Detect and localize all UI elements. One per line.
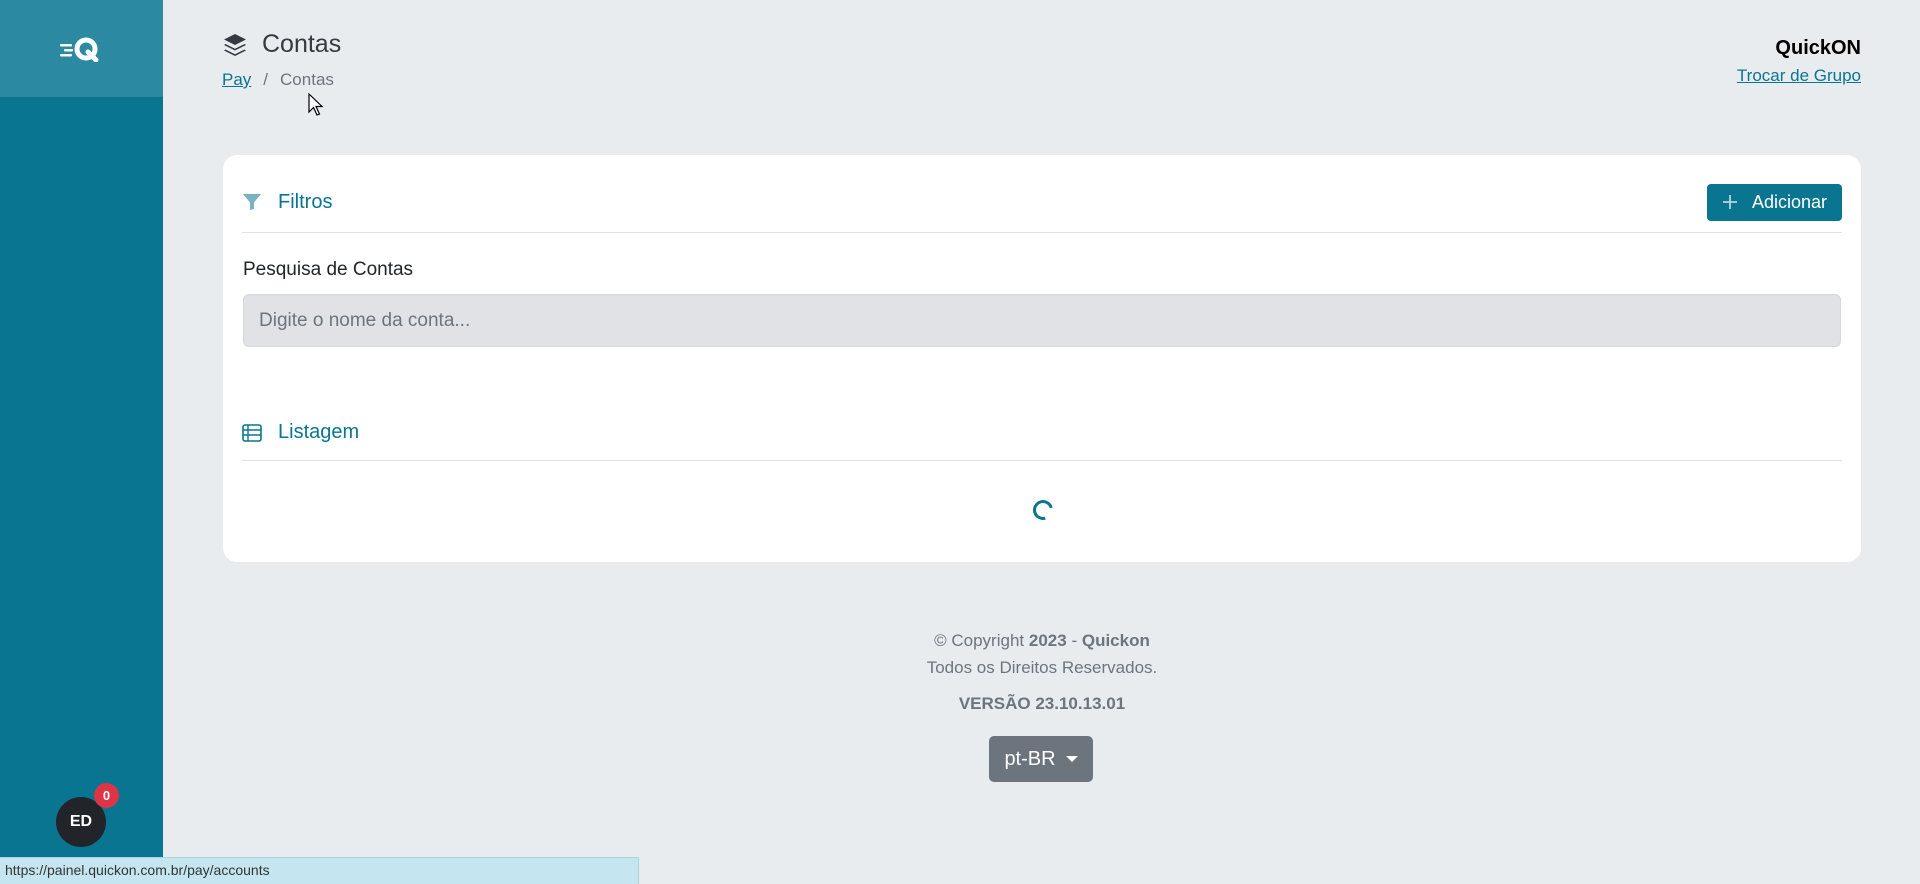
search-label: Pesquisa de Contas (243, 259, 414, 280)
loading-spinner (1029, 496, 1057, 524)
page-header: Contas (222, 30, 341, 59)
page-title: Contas (262, 30, 342, 58)
filters-title: Filtros (278, 190, 333, 213)
language-select-button[interactable]: pt-BR (989, 736, 1093, 782)
table-list-icon (242, 423, 262, 442)
add-button-label: Adicionar (1751, 191, 1827, 212)
listing-title: Listagem (278, 421, 360, 443)
sidebar (0, 0, 163, 884)
filters-header: Filtros Adicionar (242, 174, 1842, 233)
breadcrumb-current: Contas (280, 70, 334, 89)
footer-rights: Todos os Direitos Reservados. (926, 658, 1158, 677)
notification-badge: 0 (94, 783, 119, 808)
sidebar-logo[interactable] (0, 0, 163, 97)
org-name: QuickON (1775, 37, 1861, 59)
copyright-year: 2023 (1028, 631, 1067, 650)
language-label: pt-BR (1004, 747, 1056, 770)
copyright-brand: Quickon (1081, 631, 1150, 650)
caret-down-icon (1065, 756, 1078, 762)
filter-icon (243, 194, 261, 210)
account-search-input[interactable] (243, 294, 1841, 347)
accounts-card: Filtros Adicionar Pesquisa de Contas Lis… (223, 155, 1861, 562)
browser-status-url: https://painel.quickon.com.br/pay/accoun… (0, 857, 639, 884)
footer-copyright: © Copyright 2023 - Quickon (223, 631, 1861, 651)
switch-group-link[interactable]: Trocar de Grupo (1737, 66, 1861, 86)
footer-version: VERSÃO 23.10.13.01 (958, 694, 1126, 713)
listing-header: Listagem (242, 405, 1842, 461)
copyright-prefix: © Copyright (934, 631, 1025, 650)
breadcrumb-separator: / (263, 70, 269, 89)
mouse-cursor-icon (308, 93, 324, 116)
quickon-logo-icon (59, 37, 98, 62)
breadcrumb: Pay / Contas (222, 70, 334, 90)
add-account-button[interactable]: Adicionar (1706, 183, 1842, 221)
copyright-dash: - (1071, 631, 1078, 650)
layers-icon (224, 33, 246, 56)
breadcrumb-link-pay[interactable]: Pay (222, 70, 251, 90)
org-info: QuickON Trocar de Grupo (1737, 37, 1861, 86)
plus-icon (1722, 195, 1737, 209)
